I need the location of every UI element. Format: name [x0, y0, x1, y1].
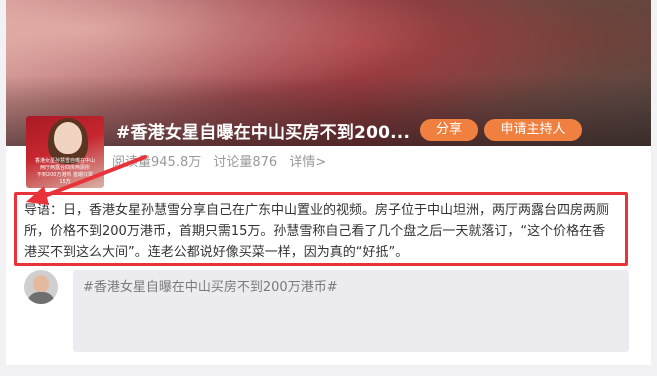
share-button[interactable]: 分享 — [420, 119, 478, 141]
avatar-body — [27, 292, 55, 304]
discussion-count: 讨论量876 — [213, 155, 278, 170]
topic-thumbnail[interactable]: 香港女星孙慧雪自曝在中山 两厅两露台四房两厕所 不到200万港币 首期只需 15… — [26, 116, 104, 188]
topic-title[interactable]: #香港女星自曝在中山买房不到200... — [116, 118, 410, 143]
thumbnail-caption-line: 香港女星孙慧雪自曝在中山 — [34, 158, 95, 164]
details-link[interactable]: 详情> — [289, 155, 326, 170]
lead-highlight-box: 导语：日，香港女星孙慧雪分享自己在广东中山置业的视频。房子位于中山坦洲，两厅两露… — [14, 192, 628, 266]
thumbnail-caption-line: 两厅两露台四房两厕所 — [39, 165, 90, 171]
lead-text: 导语：日，香港女星孙慧雪分享自己在广东中山置业的视频。房子位于中山坦洲，两厅两露… — [24, 203, 610, 260]
thumbnail-face — [54, 122, 82, 154]
thumbnail-caption-line: 不到200万港币 首期只需 — [36, 172, 94, 178]
comment-prefill-text: #香港女星自曝在中山买房不到200万港币# — [83, 280, 338, 295]
topic-stats: 阅读量945.8万 讨论量876 详情> — [112, 151, 334, 170]
read-count: 阅读量945.8万 — [112, 155, 202, 170]
comment-input[interactable]: #香港女星自曝在中山买房不到200万港币# — [73, 270, 629, 352]
topic-card: 香港女星孙慧雪自曝在中山 两厅两露台四房两厕所 不到200万港币 首期只需 15… — [6, 0, 651, 365]
thumbnail-caption-line: 15万 — [59, 179, 71, 185]
apply-host-button[interactable]: 申请主持人 — [484, 119, 582, 141]
avatar[interactable] — [24, 270, 58, 304]
avatar-head — [33, 275, 49, 293]
